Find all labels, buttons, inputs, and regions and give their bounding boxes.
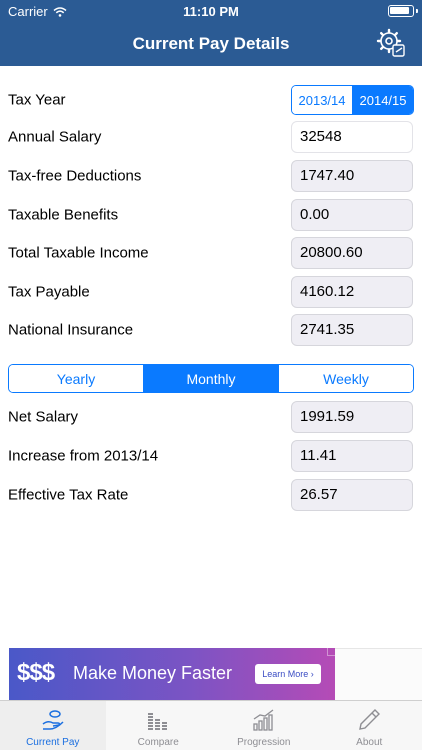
tax-year-option-2014-15[interactable]: 2014/15 xyxy=(352,86,413,114)
net-salary-label: Net Salary xyxy=(8,408,79,425)
navigation-bar: Carrier 11:10 PM Current Pay Details xyxy=(0,0,422,66)
tab-current-pay[interactable]: Current Pay xyxy=(0,701,106,750)
bar-chart-icon xyxy=(253,709,274,731)
increase-row: Increase from 2013/14 11.41 xyxy=(0,436,422,475)
tab-about[interactable]: About xyxy=(317,701,422,750)
effective-tax-rate-row: Effective Tax Rate 26.57 xyxy=(0,475,422,514)
page-title: Current Pay Details xyxy=(132,34,290,53)
effective-tax-rate-value: 26.57 xyxy=(291,478,413,511)
increase-value: 11.41 xyxy=(291,439,413,472)
annual-salary-label: Annual Salary xyxy=(8,128,102,145)
national-insurance-label: National Insurance xyxy=(8,321,134,338)
tax-free-deductions-value: 1747.40 xyxy=(291,159,413,192)
tax-payable-label: Tax Payable xyxy=(8,283,90,300)
taxable-benefits-row: Taxable Benefits 0.00 xyxy=(0,195,422,234)
gear-settings-icon[interactable] xyxy=(376,28,406,58)
national-insurance-row: National Insurance 2741.35 xyxy=(0,310,422,349)
tax-payable-row: Tax Payable 4160.12 xyxy=(0,272,422,311)
equalizer-icon xyxy=(148,713,168,730)
period-selector: Yearly Monthly Weekly xyxy=(8,364,414,393)
period-option-monthly[interactable]: Monthly xyxy=(143,365,278,392)
tax-free-deductions-row: Tax-free Deductions 1747.40 xyxy=(0,156,422,195)
tab-bar: Current Pay Compare Progression About xyxy=(0,700,422,750)
taxable-benefits-label: Taxable Benefits xyxy=(8,206,119,223)
pencil-icon xyxy=(359,709,381,730)
total-taxable-income-value: 20800.60 xyxy=(291,236,413,269)
ad-corner-mark xyxy=(327,648,335,656)
tab-about-label: About xyxy=(356,737,383,748)
ad-learn-more-button[interactable]: Learn More › xyxy=(255,664,321,684)
ad-dollar-graphic: $$$ xyxy=(17,659,55,686)
tax-free-deductions-label: Tax-free Deductions xyxy=(8,167,142,184)
effective-tax-rate-label: Effective Tax Rate xyxy=(8,486,129,503)
taxable-benefits-value: 0.00 xyxy=(291,198,413,231)
net-salary-row: Net Salary 1991.59 xyxy=(0,397,422,436)
tab-current-pay-label: Current Pay xyxy=(26,737,80,748)
tab-compare[interactable]: Compare xyxy=(106,701,212,750)
annual-salary-row: Annual Salary 32548 xyxy=(0,117,422,156)
total-taxable-income-row: Total Taxable Income 20800.60 xyxy=(0,233,422,272)
tab-progression[interactable]: Progression xyxy=(211,701,317,750)
national-insurance-value: 2741.35 xyxy=(291,313,413,346)
total-taxable-income-label: Total Taxable Income xyxy=(8,244,149,261)
tax-year-option-2013-14[interactable]: 2013/14 xyxy=(292,86,352,114)
status-bar: Carrier 11:10 PM xyxy=(0,0,422,22)
tax-year-label: Tax Year xyxy=(8,91,66,108)
tax-payable-value: 4160.12 xyxy=(291,275,413,308)
ad-side-panel xyxy=(335,648,422,700)
status-time: 11:10 PM xyxy=(183,4,239,19)
period-option-yearly[interactable]: Yearly xyxy=(9,365,143,392)
tax-year-selector: 2013/14 2014/15 xyxy=(291,85,414,115)
increase-label: Increase from 2013/14 xyxy=(8,447,159,464)
net-salary-value: 1991.59 xyxy=(291,400,413,433)
period-option-weekly[interactable]: Weekly xyxy=(278,365,413,392)
battery-icon xyxy=(388,5,418,17)
annual-salary-input[interactable]: 32548 xyxy=(291,120,413,153)
ad-banner[interactable]: $$$ Make Money Faster Learn More › xyxy=(9,648,335,700)
tab-compare-label: Compare xyxy=(137,737,179,748)
tab-progression-label: Progression xyxy=(237,737,291,748)
ad-headline: Make Money Faster xyxy=(73,663,233,683)
money-hand-icon xyxy=(42,710,64,730)
